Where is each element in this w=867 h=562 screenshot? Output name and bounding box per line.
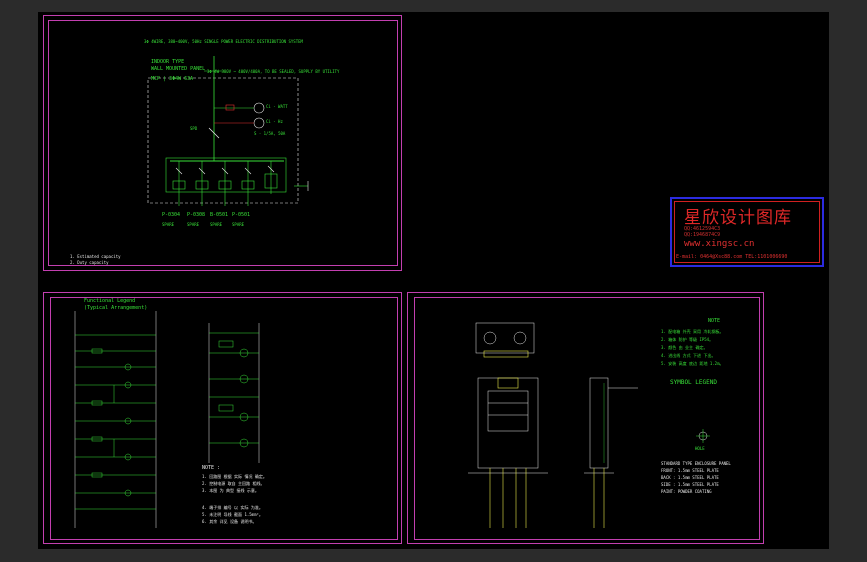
sheet-control-circuit: Functional Legend (Typical Arrangement) … — [43, 292, 402, 544]
feeder-label-2: P-0308 — [187, 212, 206, 218]
drawing-canvas: 3Φ 4WIRE, 380~400V, 50Hz SINGLE POWER EL… — [38, 12, 829, 549]
sheet2-note-4: 4. 端子排 编号 以 实际 为准。 — [202, 505, 263, 510]
sheet3-note-3: 3. 颜色 由 业主 确定。 — [661, 345, 708, 350]
feeder-label-3: B-0501 — [210, 212, 229, 218]
sheet3-note-4: 4. 进出线 方式 下进 下出。 — [661, 353, 716, 358]
sheet3-note-2: 2. 箱体 防护 等级 IP54。 — [661, 337, 714, 342]
spec-line-5: PAINT: POWDER COATING — [661, 489, 712, 494]
panel-label-3: MCP | 3Φ4W 63A — [151, 76, 194, 82]
sheet2-note-2: 2. 控制电源 取自 主回路 相线。 — [202, 481, 265, 486]
meter-note-1: Ci - WATT — [266, 104, 288, 109]
panel-label-1: INDOOR TYPE — [151, 59, 185, 65]
single-line-drawing — [147, 56, 309, 206]
sheet2-note-3: 3. 本图 为 典型 接线 示意。 — [202, 488, 259, 493]
sheet3-note-1: 1. 配电箱 外壳 采用 冷轧钢板。 — [661, 329, 724, 334]
watermark-qq-2: QQ:1946874C9 — [684, 232, 721, 238]
sheet2-title-2: (Typical Arrangement) — [84, 305, 148, 311]
sheet2-title-1: Functional Legend — [84, 298, 136, 304]
panel-label-2: WALL MOUNTED PANEL — [151, 66, 206, 72]
watermark-stamp: 星欣设计图库 QQ:4612594C3 QQ:1946874C9 www.xin… — [670, 197, 824, 267]
feeder-label-1: P-0304 — [162, 212, 181, 218]
sheet1-title: 3Φ 4WIRE, 380~400V, 50Hz SINGLE POWER EL… — [144, 39, 303, 44]
spec-line-4: SIDE : 1.5mm STEEL PLATE — [661, 482, 719, 487]
sheet2-note-6: 6. 其余 详见 设备 说明书。 — [202, 519, 257, 524]
feeder-sub-2: SPARE — [187, 222, 200, 227]
symbol-legend-title: SYMBOL LEGEND — [670, 379, 717, 386]
sheet-panel-layout: NOTE 1. 配电箱 外壳 采用 冷轧钢板。 2. 箱体 防护 等级 IP54… — [407, 292, 764, 544]
spec-line-1: STANDARD TYPE ENCLOSURE PANEL — [661, 461, 731, 466]
sheet2-notes-title: NOTE : — [202, 465, 221, 471]
legend-note-2: 2. Duty capacity — [70, 260, 109, 265]
feeder-label-4: P-0501 — [232, 212, 251, 218]
spec-line-2: FRONT: 1.5mm STEEL PLATE — [661, 468, 719, 473]
sheet3-note-5: 5. 安装 高度 底边 距地 1.2m。 — [661, 361, 724, 366]
sheet3-notes-title: NOTE — [708, 318, 721, 324]
feeder-sub-4: SPARE — [232, 222, 245, 227]
sheet2-note-5: 5. 未注明 导线 截面 1.5mm²。 — [202, 512, 263, 517]
meter-note-2: Ci - Hz — [266, 119, 283, 124]
sheet-single-line-diagram: 3Φ 4WIRE, 380~400V, 50Hz SINGLE POWER EL… — [43, 15, 402, 271]
hole-label: HOLE — [695, 446, 705, 451]
watermark-mail: E-mail: 0464@Xsc88.com TEL:1101006690 — [676, 254, 788, 260]
legend-note-1: 1. Estimated capacity — [70, 254, 121, 259]
watermark-title: 星欣设计图库 — [684, 208, 792, 228]
incomer-note: 3Φ 4W 380V ~ 400V/400A, TO BE SEALED, SU… — [207, 69, 340, 74]
spec-line-3: BACK : 1.5mm STEEL PLATE — [661, 475, 719, 480]
meter-note-3: S - 1/5A, 50A — [254, 131, 286, 136]
watermark-url: www.xingsc.cn — [684, 239, 755, 249]
feeder-sub-1: SPARE — [162, 222, 175, 227]
feeder-sub-3: SPARE — [210, 222, 223, 227]
spd-label: SPD — [190, 126, 198, 131]
sheet2-note-1: 1. 回路图 根据 实际 情况 确定。 — [202, 474, 267, 479]
